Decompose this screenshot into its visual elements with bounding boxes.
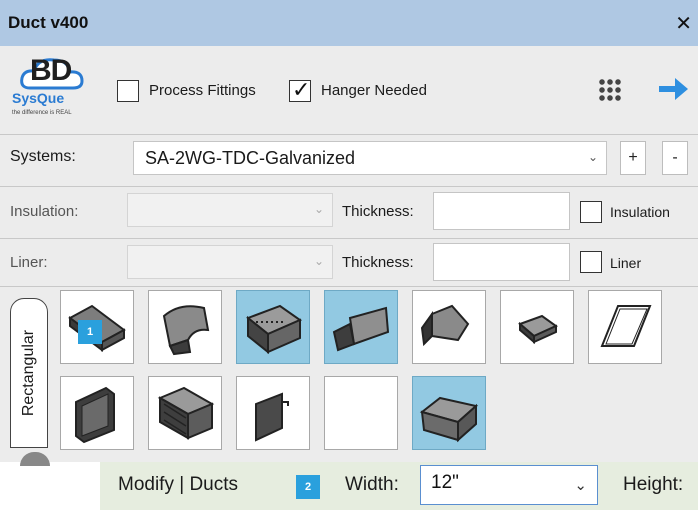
divider (0, 238, 698, 239)
lined-duct-icon[interactable] (148, 376, 222, 450)
liner-select: ⌄ (127, 245, 333, 279)
width-combo[interactable]: 12" ⌄ (420, 465, 598, 505)
damper-plate-icon[interactable] (236, 376, 310, 450)
chevron-down-icon: ⌄ (574, 477, 587, 494)
revit-context-label: Modify | Ducts (118, 474, 239, 495)
process-fittings-label: Process Fittings (149, 82, 256, 99)
chevron-down-icon: ⌄ (313, 254, 324, 268)
divider (0, 286, 698, 287)
process-fittings-checkbox[interactable] (117, 80, 139, 102)
empty-slot[interactable] (324, 376, 398, 450)
chevron-down-icon: ⌄ (587, 150, 598, 164)
divider (0, 186, 698, 187)
window-title: Duct v400 (8, 13, 89, 32)
offset-transition-icon[interactable] (324, 290, 398, 364)
logo-brand: SysQue (12, 90, 65, 106)
chevron-down-icon: ⌄ (313, 202, 324, 216)
square-to-square-icon[interactable] (412, 376, 486, 450)
access-panel-icon[interactable] (588, 290, 662, 364)
insulation-thickness-label: Thickness: (342, 203, 414, 220)
systems-value: SA-2WG-TDC-Galvanized (145, 148, 356, 168)
callout-2: 2 (296, 475, 320, 499)
width-label: Width: (345, 474, 399, 495)
insulation-select: ⌄ (127, 193, 333, 227)
height-label: Height: (623, 474, 684, 495)
end-cap-icon[interactable] (500, 290, 574, 364)
tab-rectangular-label: Rectangular (20, 329, 37, 417)
liner-checkbox-label: Liner (610, 255, 642, 271)
hanger-needed-label: Hanger Needed (321, 82, 427, 99)
callout-1: 1 (78, 320, 102, 344)
insulation-checkbox[interactable] (580, 201, 602, 223)
logo-tagline: the difference is REAL (12, 110, 72, 116)
insulation-checkbox-label: Insulation (610, 204, 670, 220)
logo-mark: BD (30, 54, 72, 87)
liner-label: Liner: (10, 254, 48, 271)
arrow-right-icon[interactable] (655, 73, 691, 105)
insulation-thickness-input[interactable] (433, 192, 570, 230)
grid-dots-icon[interactable] (598, 78, 622, 102)
close-icon[interactable]: ✕ (675, 11, 692, 36)
window-titlebar: Duct v400 ✕ (0, 0, 698, 46)
add-system-button[interactable]: + (620, 141, 646, 175)
bd-sysque-logo: BD SysQue the difference is REAL (10, 54, 98, 122)
round-transition-icon[interactable] (412, 290, 486, 364)
liner-thickness-label: Thickness: (342, 254, 414, 271)
width-value: 12" (431, 472, 459, 493)
hanger-needed-checkbox[interactable] (289, 77, 311, 103)
tab-rectangular[interactable]: Rectangular (10, 298, 48, 448)
liner-checkbox[interactable] (580, 251, 602, 273)
systems-select[interactable]: SA-2WG-TDC-Galvanized ⌄ (133, 141, 607, 175)
insulation-label: Insulation: (10, 203, 79, 220)
remove-system-button[interactable]: - (662, 141, 688, 175)
elbow-icon[interactable] (148, 290, 222, 364)
divider (0, 134, 698, 135)
perforated-box-icon[interactable] (236, 290, 310, 364)
liner-thickness-input[interactable] (433, 243, 570, 281)
flange-panel-icon[interactable] (60, 376, 134, 450)
systems-label: Systems: (10, 148, 76, 165)
